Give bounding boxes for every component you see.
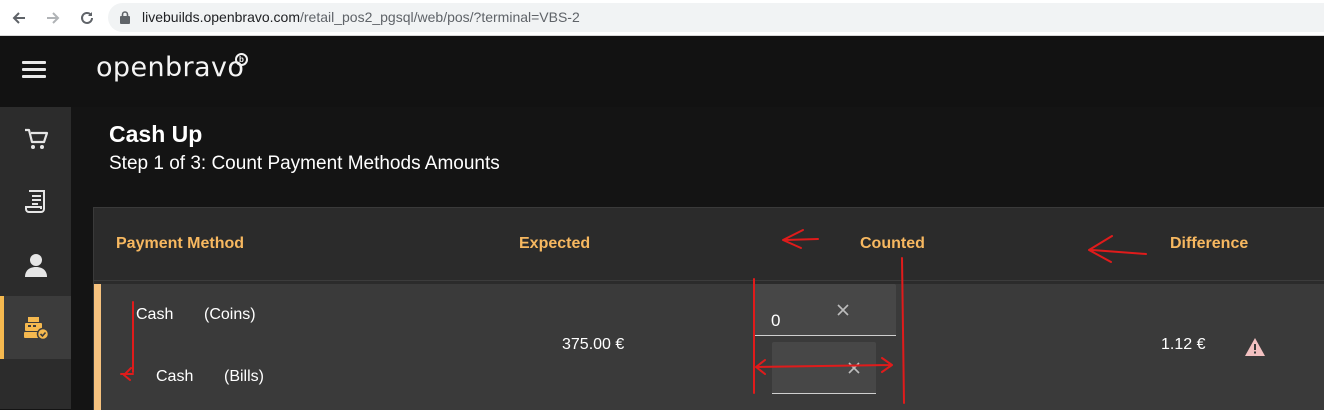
table-row: Cash (Coins) Cash (Bills) 375.00 € 0 1.1… [94, 284, 1324, 410]
user-icon [24, 253, 47, 277]
url-host: livebuilds.openbravo.com [142, 9, 300, 25]
method-name: Cash [156, 368, 194, 385]
payment-methods-table: Payment Method Expected Counted Differen… [93, 207, 1324, 410]
sidebar [0, 107, 71, 409]
method-type: (Coins) [204, 306, 256, 323]
forward-button[interactable] [42, 7, 64, 29]
reload-icon [81, 11, 93, 24]
page-subtitle: Step 1 of 3: Count Payment Methods Amoun… [109, 153, 500, 174]
difference-amount: 1.12 € [1161, 336, 1206, 353]
url-path: /retail_pos2_pgsql/web/pos/?terminal=VBS… [299, 9, 580, 25]
cart-icon [24, 128, 48, 149]
reload-button[interactable] [76, 7, 98, 29]
openbravo-logo: openbravo [96, 52, 245, 83]
header-payment-method: Payment Method [116, 235, 245, 252]
expected-amount: 375.00 € [562, 336, 625, 353]
arrow-left-icon [12, 12, 25, 24]
browser-toolbar: livebuilds.openbravo.com/retail_pos2_pgs… [0, 0, 1324, 36]
receipt-icon [24, 189, 45, 213]
counted-bills-input[interactable] [772, 342, 876, 394]
method-type: (Bills) [224, 368, 264, 385]
page-title: Cash Up [109, 121, 203, 147]
counted-coins-value: 0 [771, 311, 781, 330]
warning-icon[interactable] [1244, 337, 1266, 357]
method-name: Cash [136, 306, 174, 323]
sidebar-item-sales[interactable] [0, 107, 71, 170]
header-expected: Expected [519, 235, 591, 252]
back-button[interactable] [8, 7, 30, 29]
sidebar-item-receipts[interactable] [0, 170, 71, 233]
clear-icon[interactable] [847, 361, 861, 375]
sidebar-item-cashup[interactable] [0, 296, 71, 359]
menu-button[interactable] [22, 61, 46, 79]
clear-icon[interactable] [836, 303, 850, 317]
logo-badge-icon: b [235, 53, 248, 66]
app-header: openbravo b [0, 36, 1324, 107]
counted-coins-input[interactable]: 0 [754, 284, 896, 336]
header-difference: Difference [1170, 235, 1249, 252]
address-bar[interactable]: livebuilds.openbravo.com/retail_pos2_pgs… [108, 3, 1324, 32]
cashup-icon [23, 316, 49, 340]
sidebar-item-customer[interactable] [0, 233, 71, 296]
url-text: livebuilds.openbravo.com/retail_pos2_pgs… [142, 9, 580, 25]
header-counted: Counted [860, 235, 925, 252]
lock-icon [120, 11, 130, 24]
arrow-right-icon [47, 12, 60, 24]
header-divider [94, 280, 1324, 281]
